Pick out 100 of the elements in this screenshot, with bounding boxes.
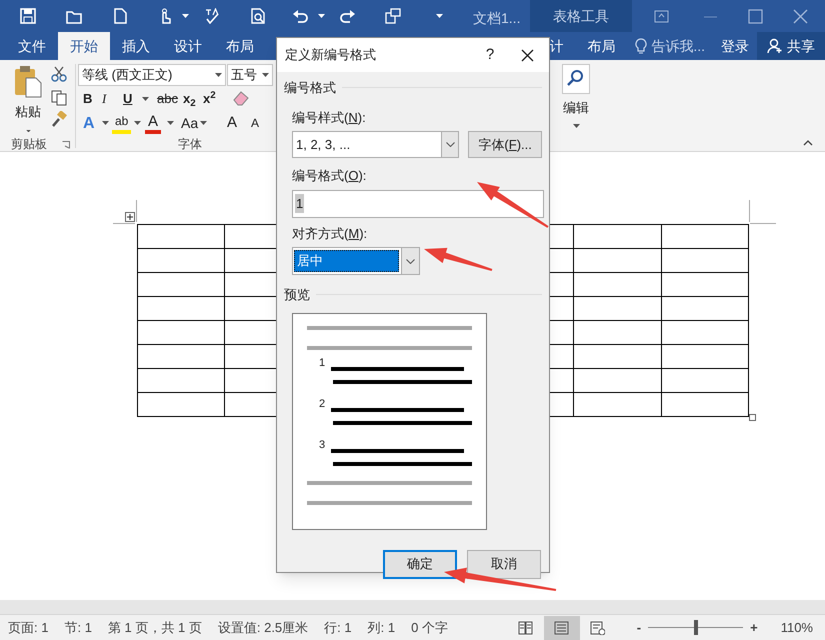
web-view-icon [590,620,606,634]
alignment-dropdown[interactable]: 居中 [292,247,420,275]
spelling-check-icon[interactable] [204,8,220,24]
caret-icon[interactable] [167,121,174,125]
collapse-ribbon-icon[interactable] [803,140,813,146]
status-text: 节: 1 [64,618,92,637]
search-icon [562,64,590,94]
redo-icon[interactable] [340,8,356,24]
format-button[interactable]: A [145,112,162,134]
contextual-tab-header: 表格工具 [530,0,632,32]
help-button[interactable]: ? [475,44,505,66]
lightbulb-icon [635,38,648,54]
status-text: 第 1 页，共 1 页 [108,618,202,637]
format-button[interactable]: U [120,89,136,109]
ribbon-display-icon[interactable] [654,9,669,24]
caret-icon[interactable] [142,97,149,101]
caret-icon[interactable] [436,14,443,18]
dialog-button[interactable]: 取消 [467,550,541,578]
paste-button[interactable]: 粘贴 [6,66,50,132]
ribbon-tab[interactable]: 开始 [58,32,110,60]
ribbon-tab[interactable]: 文件 [6,32,58,60]
format-button[interactable]: A [224,112,240,134]
new-document-icon[interactable] [112,8,128,24]
status-text: 行: 1 [324,618,352,637]
chevron-down-icon [406,258,415,264]
field-label: 对齐方式(M): [292,224,368,243]
editing-button[interactable]: 编辑 [556,64,596,134]
annotation-arrow [477,182,549,228]
ribbon-tab[interactable]: 布局 [214,32,266,60]
format-button[interactable]: x$_{2}$ [180,89,199,109]
zoom-slider-thumb[interactable] [694,620,698,635]
copy-icon[interactable] [51,90,67,106]
close-icon [520,48,534,62]
sign-in-link[interactable]: 登录 [713,32,757,60]
caret-icon[interactable] [134,121,141,125]
field-label: 编号样式(N): [292,108,367,127]
status-text: 设置值: 2.5厘米 [218,618,308,637]
format-button[interactable]: x$^{2}$ [200,89,219,109]
share-button[interactable]: 共享 [757,32,825,60]
clipboard-icon [14,66,42,98]
caret-icon[interactable] [182,14,189,18]
ribbon-tab[interactable]: 设计 [162,32,214,60]
zoom-out-button[interactable]: - [634,618,644,638]
section-label: 编号格式 [284,79,336,97]
format-button[interactable]: A [80,112,98,134]
format-button[interactable]: ab [112,112,132,134]
preview-number: 1 [319,358,326,368]
caret-icon[interactable] [102,121,109,125]
caret-icon[interactable] [318,14,325,18]
section-label: 预览 [284,286,310,304]
maximize-icon[interactable] [748,9,763,24]
close-icon[interactable] [793,9,808,24]
annotation-arrow [424,248,492,271]
preview-number: 3 [319,440,326,450]
group-label: 字体 [178,136,202,153]
read-view-icon [518,620,534,634]
font-size-combo[interactable]: 五号 [227,64,273,86]
status-text: 0 个字 [411,618,448,637]
field-label: 编号格式(O): [292,167,368,185]
format-button[interactable]: abc [154,89,181,109]
undo-icon[interactable] [292,8,308,24]
ribbon-tab[interactable]: 布局 [575,32,628,60]
caret-icon[interactable] [200,121,207,125]
format-button[interactable]: Aa [178,112,202,134]
zoom-in-button[interactable]: + [747,618,761,638]
format-button[interactable]: A [248,112,262,134]
number-format-input[interactable]: 1 [292,190,544,218]
group-label: 剪贴板 [11,136,47,153]
table-resize-handle[interactable] [749,414,756,421]
format-button[interactable]: B [80,89,96,109]
ribbon-tab[interactable]: 计 [537,32,576,60]
folder-icon[interactable] [66,8,82,24]
font-name-combo[interactable]: 等线 (西文正文) [78,64,226,86]
tell-me-text: 告诉我... [651,36,705,56]
ribbon-tab[interactable]: 插入 [110,32,162,60]
caret-icon[interactable] [572,124,580,128]
tell-me-field[interactable]: 告诉我... [627,32,713,60]
print-preview-icon[interactable] [250,8,266,24]
dialog-title: 定义新编号格式 [285,46,377,64]
caret-icon[interactable] [24,130,32,132]
dialog-launcher-icon[interactable] [62,141,70,149]
number-style-dropdown[interactable]: 1, 2, 3, ... [292,131,460,158]
format-button[interactable]: I [99,89,110,109]
dialog-button[interactable]: 确定 [383,550,457,578]
status-text: 页面: 1 [8,618,48,637]
table-move-handle-icon[interactable] [125,212,135,222]
preview-number: 2 [319,398,326,410]
scissors-icon[interactable] [51,66,67,82]
print-view-icon [554,620,570,634]
format-painter-icon[interactable] [51,111,67,127]
save-icon[interactable] [20,8,36,24]
comment-icon[interactable] [385,8,401,24]
zoom-percent[interactable]: 110% [780,618,813,638]
eraser-icon[interactable] [232,90,250,106]
view-button[interactable] [544,616,580,640]
caret-icon[interactable] [215,73,222,77]
font-button[interactable]: 字体(F)... [468,131,542,158]
chevron-down-icon [446,142,455,147]
status-text: 列: 1 [368,618,396,637]
caret-icon[interactable] [262,73,269,77]
